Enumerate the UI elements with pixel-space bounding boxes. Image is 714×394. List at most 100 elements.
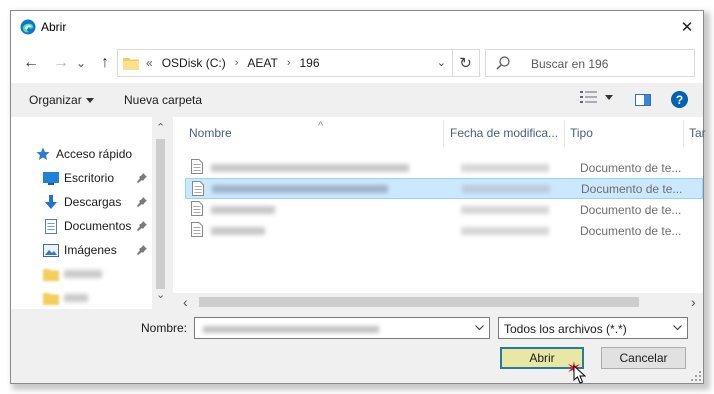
address-overflow[interactable]: « [146, 56, 153, 70]
column-header-name[interactable]: Nombre [189, 117, 232, 141]
file-row[interactable]: Documento de te... [185, 157, 703, 178]
sidebar-item-label: Acceso rápido [56, 147, 133, 161]
sidebar-item-label: Documentos [64, 219, 132, 233]
preview-pane-button[interactable] [635, 94, 651, 109]
search-placeholder: Buscar en 196 [531, 57, 609, 71]
title-bar: Abrir ✕ [11, 11, 703, 43]
folder-icon [123, 58, 139, 70]
breadcrumb-separator[interactable]: › [287, 57, 291, 69]
window-title: Abrir [41, 20, 67, 34]
text-file-icon [191, 222, 203, 237]
download-icon [43, 194, 59, 210]
scrollbar-thumb[interactable] [199, 297, 639, 307]
file-type: Documento de te... [580, 161, 682, 175]
help-icon: ? [671, 91, 688, 108]
pin-icon [137, 173, 147, 183]
redacted-file-name [211, 206, 275, 214]
organize-menu[interactable]: Organizar [29, 93, 94, 107]
redacted-file-name [212, 185, 388, 193]
close-icon: ✕ [680, 19, 694, 36]
pictures-icon [43, 242, 59, 258]
documents-icon [43, 218, 59, 234]
file-row[interactable]: Documento de te... [185, 220, 703, 241]
resize-grip-icon[interactable] [691, 371, 701, 381]
organize-label: Organizar [29, 93, 82, 107]
scroll-right-icon[interactable]: › [691, 294, 696, 310]
navigation-pane: Acceso rápido Escritorio Descargas Docum… [11, 117, 169, 309]
cancel-button-label: Cancelar [619, 351, 668, 365]
arrow-left-icon: ← [23, 54, 39, 71]
close-button[interactable]: ✕ [675, 15, 699, 39]
folder-icon [43, 290, 59, 306]
column-header-date[interactable]: Fecha de modifica... [450, 117, 558, 141]
file-row[interactable]: Documento de te... [185, 199, 703, 220]
file-list-horizontal-scrollbar[interactable]: ‹ › [173, 293, 703, 311]
redacted-file-date [461, 206, 549, 214]
column-header-type[interactable]: Tipo [570, 117, 593, 141]
chevron-down-icon[interactable] [475, 325, 484, 331]
caret-down-icon [85, 97, 94, 103]
text-file-icon [191, 159, 203, 174]
refresh-icon: ↻ [459, 55, 472, 72]
open-file-dialog: Abrir ✕ ← → ⌄ ↑ « OSDisk (C:) › AEAT › 1… [10, 10, 706, 384]
search-box[interactable]: Buscar en 196 [485, 49, 695, 77]
view-options-button[interactable] [580, 91, 613, 103]
sidebar-item-label: Imágenes [64, 243, 117, 257]
address-dropdown-icon[interactable]: ⌄ [437, 58, 446, 69]
column-divider[interactable] [443, 121, 444, 147]
chevron-down-icon [673, 325, 682, 331]
up-button[interactable]: ↑ [95, 53, 115, 73]
new-folder-button[interactable]: Nueva carpeta [124, 93, 202, 107]
sidebar-item-label: Descargas [64, 195, 122, 209]
scroll-up-icon[interactable]: ⌃ [156, 121, 165, 134]
recent-locations-button[interactable]: ⌄ [74, 53, 88, 73]
star-icon [35, 146, 51, 162]
redacted-folder-name [64, 270, 102, 278]
text-file-icon [191, 201, 203, 216]
help-button[interactable]: ? [671, 91, 688, 108]
file-name-label: Nombre: [141, 321, 188, 335]
back-button[interactable]: ← [21, 53, 41, 73]
footer: Nombre: Todos los archivos (*.*) Abrir C… [11, 311, 703, 384]
column-divider[interactable] [564, 121, 565, 147]
address-bar[interactable]: « OSDisk (C:) › AEAT › 196 ⌄ [117, 49, 453, 77]
cancel-button[interactable]: Cancelar [601, 347, 686, 369]
edge-browser-icon [20, 19, 36, 35]
file-row-selected[interactable]: Documento de te... [185, 178, 703, 199]
redacted-folder-name [64, 294, 88, 302]
navigation-scrollbar[interactable]: ⌃ ⌄ [152, 117, 169, 309]
desktop-icon [43, 170, 59, 186]
breadcrumb-osdisk[interactable]: OSDisk (C:) [162, 56, 226, 70]
refresh-button[interactable]: ↻ [452, 49, 480, 77]
arrow-up-icon: ↑ [101, 54, 109, 71]
pin-icon [137, 221, 147, 231]
redacted-file-name [211, 227, 265, 235]
file-type-filter-value: Todos los archivos (*.*) [504, 322, 627, 336]
sidebar-item-label: Escritorio [64, 171, 115, 185]
breadcrumb-aeat[interactable]: AEAT [247, 56, 277, 70]
forward-button[interactable]: → [51, 53, 71, 73]
file-name-input[interactable] [194, 317, 490, 339]
redacted-file-name-value [203, 326, 379, 333]
column-header-size[interactable]: Tar [689, 117, 706, 141]
scroll-down-icon[interactable]: ⌄ [156, 290, 165, 301]
navigation-bar: ← → ⌄ ↑ « OSDisk (C:) › AEAT › 196 ⌄ ↻ B… [11, 43, 703, 83]
chevron-down-icon: ⌄ [75, 56, 87, 70]
file-type-filter-select[interactable]: Todos los archivos (*.*) [498, 317, 688, 339]
scroll-left-icon[interactable]: ‹ [183, 294, 188, 310]
redacted-file-date [462, 185, 550, 193]
arrow-right-icon: → [53, 54, 69, 71]
folder-icon [43, 266, 59, 282]
pin-icon [137, 245, 147, 255]
breadcrumb-196[interactable]: 196 [299, 56, 319, 70]
search-icon [496, 56, 510, 70]
scrollbar-thumb[interactable] [156, 139, 165, 289]
text-file-icon [192, 181, 204, 196]
redacted-file-date [461, 164, 549, 172]
redacted-file-name [211, 164, 409, 172]
caret-down-icon [605, 94, 613, 100]
help-glyph: ? [675, 92, 684, 107]
file-list: Nombre ^ Fecha de modifica... Tipo Tar D… [173, 117, 706, 311]
breadcrumb-separator[interactable]: › [235, 57, 239, 69]
column-divider[interactable] [683, 121, 684, 147]
